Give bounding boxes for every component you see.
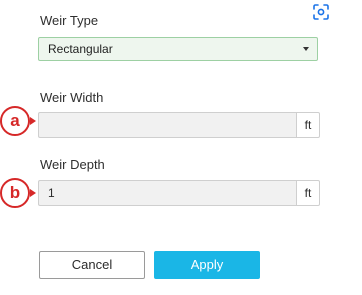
annotation-arrow-icon (30, 189, 36, 197)
weir-depth-label: Weir Depth (40, 157, 105, 172)
weir-settings-panel: Weir Type Rectangular Weir Width a ft We… (0, 0, 362, 295)
weir-type-label: Weir Type (40, 13, 99, 28)
weir-depth-unit: ft (296, 180, 320, 206)
weir-width-input-group: ft (38, 112, 320, 138)
screenshot-capture-icon[interactable] (311, 2, 331, 22)
cancel-button[interactable]: Cancel (39, 251, 145, 279)
annotation-arrow-icon (30, 117, 36, 125)
annotation-marker-b: b (0, 178, 30, 208)
chevron-down-icon (303, 47, 309, 51)
weir-width-unit: ft (296, 112, 320, 138)
apply-button[interactable]: Apply (154, 251, 260, 279)
weir-depth-input[interactable]: 1 (38, 180, 296, 206)
weir-depth-input-group: 1 ft (38, 180, 320, 206)
weir-type-select[interactable]: Rectangular (38, 37, 318, 61)
weir-width-label: Weir Width (40, 90, 104, 105)
annotation-marker-a: a (0, 106, 30, 136)
weir-width-input[interactable] (38, 112, 296, 138)
weir-type-selected-value: Rectangular (48, 42, 113, 56)
